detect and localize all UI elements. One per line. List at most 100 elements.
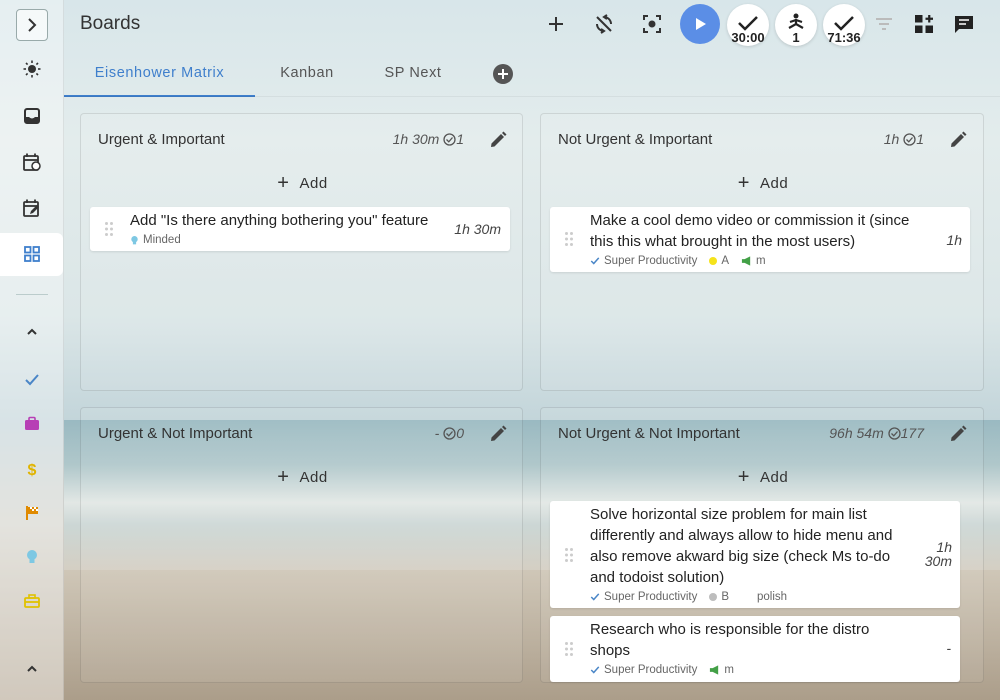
sidebar-item-planner[interactable] <box>16 192 48 224</box>
tag-priority[interactable]: A <box>709 255 729 267</box>
tag-project[interactable]: Minded <box>130 234 181 246</box>
panel-urgent-not-important: Urgent & Not Important - 0 + Add <box>80 407 523 683</box>
pencil-icon <box>951 425 967 441</box>
calendar-clock-icon <box>23 153 41 171</box>
toolbox-icon <box>24 594 40 608</box>
megaphone-icon <box>741 256 751 266</box>
panel-not-urgent-important: Not Urgent & Important 1h 1 + Add Make a … <box>540 113 984 391</box>
panel-title: Urgent & Not Important <box>98 425 253 442</box>
panel-estimate: - 0 <box>435 425 464 441</box>
add-board-button[interactable] <box>492 63 514 85</box>
expand-sidebar-button[interactable] <box>16 9 48 41</box>
tab-sp-next[interactable]: SP Next <box>359 56 467 97</box>
task-title: Solve horizontal size problem for main l… <box>590 506 893 586</box>
tag-label: Super Productivity <box>604 255 698 267</box>
task-time-hours: 1h <box>936 539 952 555</box>
task-time: 1h 30m <box>925 540 952 568</box>
plus-icon: + <box>277 466 290 488</box>
tag-label: polish <box>757 591 788 603</box>
sidebar: $ <box>0 0 64 700</box>
sidebar-divider <box>16 294 48 295</box>
sidebar-project-shopping[interactable] <box>16 585 48 617</box>
chevron-up-icon <box>27 665 37 672</box>
sidebar-project-minded[interactable] <box>16 541 48 573</box>
add-task-to-panel-button[interactable]: + Add <box>81 465 524 489</box>
add-task-button[interactable] <box>540 8 572 40</box>
tag-polish[interactable]: polish <box>757 591 787 603</box>
add-task-to-panel-button[interactable]: + Add <box>541 465 985 489</box>
pomodoro-counter[interactable]: 30:00 <box>727 4 769 46</box>
work-time-counter[interactable]: 71:36 <box>823 4 865 46</box>
chevron-right-icon <box>28 18 37 32</box>
sidebar-item-schedule[interactable] <box>16 146 48 178</box>
plus-icon: + <box>737 466 750 488</box>
sync-button[interactable] <box>588 8 620 40</box>
sidebar-item-inbox[interactable] <box>16 100 48 132</box>
tag-marketing[interactable]: m <box>741 255 766 267</box>
drag-handle-icon[interactable] <box>564 547 574 563</box>
check-icon <box>590 666 600 674</box>
task-card[interactable]: Add "Is there anything bothering you" fe… <box>90 207 510 251</box>
panel-not-urgent-not-important: Not Urgent & Not Important 96h 54m 177 +… <box>540 407 984 683</box>
task-card[interactable]: Make a cool demo video or commission it … <box>550 207 970 272</box>
sidebar-project-super-productivity[interactable] <box>16 364 48 396</box>
check-icon <box>738 16 758 31</box>
notes-button[interactable] <box>948 8 980 40</box>
task-time-minutes: 30m <box>924 553 952 569</box>
tag-project[interactable]: Super Productivity <box>590 255 697 267</box>
plus-icon: + <box>277 172 290 194</box>
edit-panel-button[interactable] <box>484 126 512 154</box>
tab-eisenhower-matrix[interactable]: Eisenhower Matrix <box>64 56 255 97</box>
task-title: Make a cool demo video or commission it … <box>590 212 910 250</box>
panel-estimate-time: 1h 30m <box>392 131 440 147</box>
work-time-counter-value: 71:36 <box>827 30 861 45</box>
add-label: Add <box>299 468 328 486</box>
task-card[interactable]: Research who is responsible for the dist… <box>550 616 960 682</box>
sidebar-project-work[interactable] <box>16 408 48 440</box>
task-tags: Minded <box>130 234 181 246</box>
tag-label: m <box>756 255 766 267</box>
tag-priority[interactable]: B <box>709 591 729 603</box>
tag-project[interactable]: Super Productivity <box>590 664 697 676</box>
panel-estimate: 96h 54m 177 <box>829 425 924 441</box>
drag-handle-icon[interactable] <box>564 641 574 657</box>
edit-panel-button[interactable] <box>484 420 512 448</box>
add-task-to-panel-button[interactable]: + Add <box>81 171 524 195</box>
filter-button[interactable] <box>868 8 900 40</box>
panel-done-count: 1 <box>456 131 464 147</box>
collapse-tags-button[interactable] <box>16 653 48 685</box>
pencil-icon <box>491 425 507 441</box>
tag-label: Minded <box>143 234 181 246</box>
panel-estimate: 1h 1 <box>884 131 924 147</box>
focus-icon <box>643 15 661 33</box>
play-icon <box>696 18 706 30</box>
sidebar-item-today[interactable] <box>16 53 48 85</box>
panel-title: Not Urgent & Important <box>558 131 713 148</box>
panel-urgent-important: Urgent & Important 1h 30m 1 + Add Add "Is… <box>80 113 523 391</box>
tag-project[interactable]: Super Productivity <box>590 591 697 603</box>
sidebar-item-boards[interactable] <box>16 238 48 270</box>
check-circle-icon <box>443 133 456 146</box>
sidebar-project-finance[interactable]: $ <box>16 453 48 485</box>
add-circle-icon <box>493 64 513 84</box>
focus-mode-button[interactable] <box>636 8 668 40</box>
drag-handle-icon[interactable] <box>104 221 114 237</box>
calendar-edit-icon <box>23 199 39 217</box>
edit-panel-button[interactable] <box>944 420 972 448</box>
edit-panel-button[interactable] <box>944 126 972 154</box>
plus-icon: + <box>737 172 750 194</box>
check-circle-icon <box>887 427 901 440</box>
task-card[interactable]: Solve horizontal size problem for main l… <box>550 501 960 608</box>
page-title: Boards <box>80 13 141 34</box>
play-button[interactable] <box>680 4 720 44</box>
add-task-to-panel-button[interactable]: + Add <box>541 171 985 195</box>
drag-handle-icon[interactable] <box>564 231 574 247</box>
check-icon <box>590 257 600 265</box>
break-counter[interactable]: 1 <box>775 4 817 46</box>
add-widget-button[interactable] <box>908 8 940 40</box>
sidebar-project-goals[interactable] <box>16 497 48 529</box>
tag-marketing[interactable]: m <box>709 664 734 676</box>
collapse-projects-button[interactable] <box>16 316 48 348</box>
task-title: Research who is responsible for the dist… <box>590 621 870 659</box>
tab-kanban[interactable]: Kanban <box>255 56 359 97</box>
